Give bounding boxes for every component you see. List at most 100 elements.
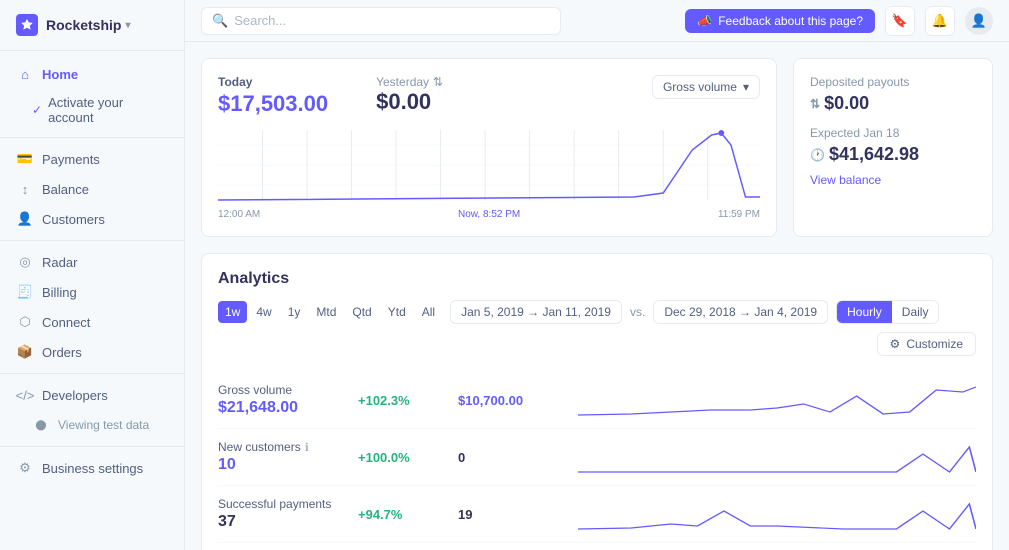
metric-compare-2: 19 [458, 507, 578, 522]
yesterday-section: Yesterday ⇅ $0.00 [376, 75, 443, 115]
hourly-button[interactable]: Hourly [837, 301, 892, 323]
notifications-button[interactable]: 🔔 [925, 6, 955, 36]
sidebar-item-developers[interactable]: </> Developers [0, 380, 184, 410]
period-qtd[interactable]: Qtd [345, 301, 378, 323]
chart-values: Today $17,503.00 Yesterday ⇅ $0.00 [218, 75, 443, 117]
period-all[interactable]: All [415, 301, 442, 323]
credit-card-icon: 💳 [16, 150, 34, 168]
check-icon: ✓ [32, 103, 42, 117]
metric-row-net-volume: Net volume from sales ℹ $41,642.98 +100.… [218, 542, 976, 550]
hourly-daily-toggle: Hourly Daily [836, 300, 939, 324]
metric-row-successful-payments: Successful payments 37 +94.7% 19 [218, 485, 976, 542]
sidebar: Rocketship ▾ ⌂ Home ✓ Activate your acco… [0, 0, 185, 550]
summary-row: Today $17,503.00 Yesterday ⇅ $0.00 Gr [201, 58, 993, 237]
sidebar-item-balance[interactable]: ↕ Balance [0, 174, 184, 204]
metric-col-0: Gross volume $21,648.00 [218, 383, 358, 417]
brand-icon [16, 14, 38, 36]
analytics-controls: 1w 4w 1y Mtd Qtd Ytd All Jan 5, 2019 → J… [218, 300, 976, 356]
metric-value-0: $21,648.00 [218, 399, 358, 417]
sidebar-item-orders[interactable]: 📦 Orders [0, 337, 184, 367]
avatar[interactable]: 👤 [965, 7, 993, 35]
chart-times: 12:00 AM Now, 8:52 PM 11:59 PM [218, 209, 760, 220]
compare-range-picker[interactable]: Dec 29, 2018 → Jan 4, 2019 [653, 300, 828, 324]
period-buttons: 1w 4w 1y Mtd Qtd Ytd All [218, 301, 442, 323]
topbar: 🔍 📣 Feedback about this page? 🔖 🔔 👤 [185, 0, 1009, 42]
customers-icon: 👤 [16, 210, 34, 228]
metric-row-gross-volume: Gross volume $21,648.00 +102.3% $10,700.… [218, 372, 976, 428]
metric-label-2: Successful payments [218, 497, 358, 511]
sidebar-item-activate[interactable]: ✓ Activate your account [0, 89, 184, 131]
radar-icon: ◎ [16, 253, 34, 271]
sidebar-item-radar[interactable]: ◎ Radar [0, 247, 184, 277]
brand-name: Rocketship [46, 17, 121, 33]
period-4w[interactable]: 4w [249, 301, 278, 323]
info-icon-1: ℹ [305, 441, 309, 454]
sidebar-item-payments[interactable]: 💳 Payments [0, 144, 184, 174]
clock-icon: 🕐 [810, 148, 825, 162]
bookmark-button[interactable]: 🔖 [885, 6, 915, 36]
bookmark-icon: 🔖 [892, 13, 908, 29]
analytics-title: Analytics [218, 270, 976, 288]
sidebar-item-business-settings[interactable]: ⚙ Business settings [0, 453, 184, 483]
date-range-picker[interactable]: Jan 5, 2019 → Jan 11, 2019 [450, 300, 622, 324]
metric-col-1: New customers ℹ 10 [218, 440, 358, 474]
chart-area [218, 125, 760, 205]
metric-label-1: New customers ℹ [218, 440, 358, 454]
expected-label: Expected Jan 18 [810, 126, 976, 140]
divider-1 [0, 137, 184, 138]
period-mtd[interactable]: Mtd [309, 301, 343, 323]
sidebar-item-home[interactable]: ⌂ Home [0, 59, 184, 89]
payout-amount: ⇅ $0.00 [810, 93, 976, 114]
feedback-button[interactable]: 📣 Feedback about this page? [685, 9, 875, 33]
time-now: Now, 8:52 PM [458, 209, 520, 220]
metric-value-1: 10 [218, 456, 358, 474]
billing-icon: 🧾 [16, 283, 34, 301]
payout-up-icon: ⇅ [810, 97, 820, 111]
gear-icon: ⚙ [890, 337, 901, 351]
chart-select[interactable]: Gross volume ▾ [652, 75, 760, 99]
metric-value-2: 37 [218, 513, 358, 531]
mini-chart-0 [578, 382, 976, 418]
metric-row-new-customers: New customers ℹ 10 +100.0% 0 [218, 428, 976, 485]
divider-4 [0, 446, 184, 447]
chevron-down-icon: ▾ [743, 80, 749, 94]
user-icon: 👤 [971, 13, 987, 29]
settings-icon: ⚙ [16, 459, 34, 477]
search-input[interactable] [234, 13, 550, 28]
payout-label: Deposited payouts [810, 75, 976, 89]
time-end: 11:59 PM [718, 209, 760, 220]
connect-icon: ⬡ [16, 313, 34, 331]
divider-2 [0, 240, 184, 241]
search-box[interactable]: 🔍 [201, 7, 561, 35]
customize-button[interactable]: ⚙ Customize [877, 332, 976, 356]
view-balance-link[interactable]: View balance [810, 173, 976, 187]
metric-change-2: +94.7% [358, 507, 458, 522]
sidebar-item-connect[interactable]: ⬡ Connect [0, 307, 184, 337]
yesterday-label: Yesterday ⇅ [376, 75, 443, 89]
metric-change-1: +100.0% [358, 450, 458, 465]
yesterday-amount: $0.00 [376, 89, 443, 115]
sidebar-item-billing[interactable]: 🧾 Billing [0, 277, 184, 307]
time-start: 12:00 AM [218, 209, 260, 220]
chevron-down-icon: ▾ [125, 20, 130, 31]
payout-card: Deposited payouts ⇅ $0.00 Expected Jan 1… [793, 58, 993, 237]
period-1y[interactable]: 1y [281, 301, 308, 323]
metric-change-0: +102.3% [358, 393, 458, 408]
brand[interactable]: Rocketship ▾ [0, 0, 184, 51]
main-area: 🔍 📣 Feedback about this page? 🔖 🔔 👤 [185, 0, 1009, 550]
sidebar-item-customers[interactable]: 👤 Customers [0, 204, 184, 234]
sidebar-item-viewing-test[interactable]: ⬤ Viewing test data [0, 410, 184, 440]
developers-icon: </> [16, 386, 34, 404]
expected-amount: 🕐 $41,642.98 [810, 144, 976, 165]
metrics-list: Gross volume $21,648.00 +102.3% $10,700.… [218, 372, 976, 550]
today-section: Today $17,503.00 [218, 75, 328, 117]
period-ytd[interactable]: Ytd [381, 301, 413, 323]
metric-compare-1: 0 [458, 450, 578, 465]
daily-button[interactable]: Daily [892, 301, 939, 323]
period-1w[interactable]: 1w [218, 301, 247, 323]
divider-3 [0, 373, 184, 374]
metric-label-0: Gross volume [218, 383, 358, 397]
mini-chart-1 [578, 439, 976, 475]
chart-card: Today $17,503.00 Yesterday ⇅ $0.00 Gr [201, 58, 777, 237]
bell-icon: 🔔 [932, 13, 948, 29]
